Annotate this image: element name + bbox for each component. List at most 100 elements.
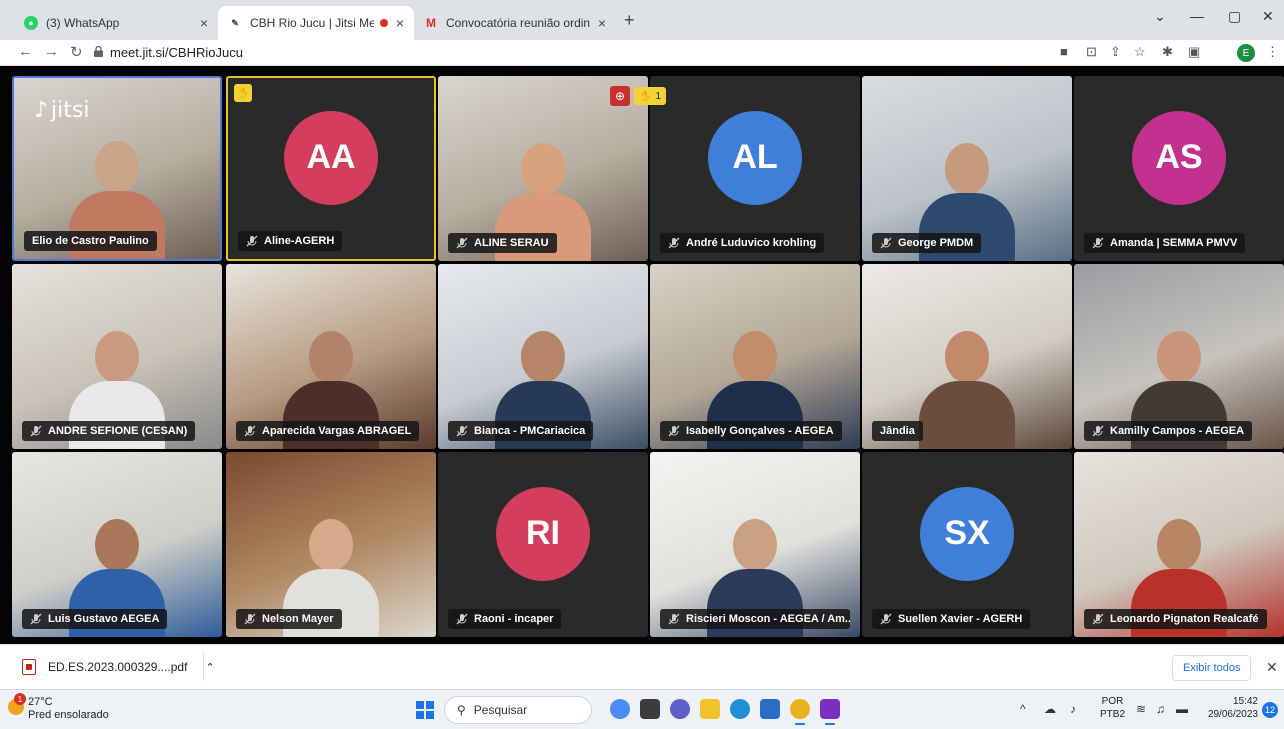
share-icon[interactable]: ⇪: [1110, 44, 1121, 60]
language-indicator[interactable]: POR PTB2: [1100, 695, 1125, 721]
participant-tile[interactable]: Bianca - PMCariacica: [438, 264, 648, 449]
mic-muted-icon: [244, 613, 256, 625]
participant-name: Jândia: [872, 421, 923, 441]
mic-muted-icon: [246, 235, 258, 247]
taskbar-search[interactable]: ⚲ Pesquisar: [444, 696, 592, 724]
minimize-button[interactable]: —: [1190, 8, 1204, 24]
participant-name: Suellen Xavier - AGERH: [872, 609, 1031, 629]
participant-tile[interactable]: SX Suellen Xavier - AGERH: [862, 452, 1072, 637]
participant-tile[interactable]: George PMDM: [862, 76, 1072, 261]
windows-start-icon[interactable]: [416, 701, 434, 719]
participant-tile[interactable]: Leonardo Pignaton Realcafé: [1074, 452, 1284, 637]
task-view-icon[interactable]: [640, 699, 660, 719]
participant-tile[interactable]: ♪ jitsi Elio de Castro Paulino: [12, 76, 222, 261]
pdf-file-icon: [22, 659, 36, 675]
wifi-icon[interactable]: ≋: [1136, 702, 1146, 716]
name-text: Raoni - incaper: [474, 613, 554, 625]
name-text: ALINE SERAU: [474, 237, 549, 249]
tab-whatsapp[interactable]: ● (3) WhatsApp ×: [14, 6, 218, 40]
divider: [203, 653, 204, 681]
name-text: Bianca - PMCariacica: [474, 425, 586, 437]
download-item[interactable]: ED.ES.2023.000329....pdf ⌃: [22, 659, 215, 675]
whatsapp-icon: ●: [24, 16, 38, 30]
raised-hand-icon: ✋: [234, 84, 253, 102]
participant-name: Nelson Mayer: [236, 609, 342, 629]
name-text: Leonardo Pignaton Realcafé: [1110, 613, 1259, 625]
edge-icon[interactable]: [730, 699, 750, 719]
search-placeholder: Pesquisar: [473, 703, 528, 717]
windows-taskbar: 1 27°C Pred ensolarado ⚲ Pesquisar ^ ☁ ♪…: [0, 689, 1284, 729]
close-icon[interactable]: ×: [598, 15, 606, 31]
jitsi-watermark[interactable]: ♪ jitsi: [34, 98, 89, 123]
lang-line-1: POR: [1101, 696, 1124, 707]
menu-icon[interactable]: ⋮: [1266, 44, 1279, 60]
install-icon[interactable]: ⊡: [1086, 44, 1097, 60]
participant-tile[interactable]: Aparecida Vargas ABRAGEL: [226, 264, 436, 449]
clock[interactable]: 15:42 29/06/2023: [1202, 695, 1258, 721]
participant-tile[interactable]: Kamilly Campos - AEGEA: [1074, 264, 1284, 449]
extensions-icon[interactable]: ✱: [1162, 44, 1173, 60]
participant-tile[interactable]: Luis Gustavo AEGEA: [12, 452, 222, 637]
app-icon[interactable]: [820, 699, 840, 725]
show-all-button[interactable]: Exibir todos: [1172, 655, 1252, 681]
url-field[interactable]: meet.jit.si/CBHRioJucu: [110, 45, 243, 60]
participant-tile[interactable]: AS Amanda | SEMMA PMVV: [1074, 76, 1284, 261]
chevron-up-icon[interactable]: ^: [1020, 702, 1026, 716]
tab-label: (3) WhatsApp: [46, 16, 120, 30]
reload-icon[interactable]: ↻: [70, 43, 83, 61]
chevron-up-icon[interactable]: ⌃: [205, 661, 214, 674]
close-icon[interactable]: ×: [200, 15, 208, 31]
tab-gmail[interactable]: M Convocatória reunião ordinária d ×: [414, 6, 616, 40]
microphone-icon[interactable]: ♪: [1070, 702, 1076, 716]
participant-tile[interactable]: Nelson Mayer: [226, 452, 436, 637]
participant-tile[interactable]: ✋ AA Aline-AGERH: [226, 76, 436, 261]
close-window-button[interactable]: ✕: [1262, 8, 1274, 25]
file-explorer-icon[interactable]: [700, 699, 720, 719]
side-panel-icon[interactable]: ▣: [1188, 44, 1200, 60]
profile-avatar[interactable]: E: [1237, 44, 1255, 62]
tab-jitsi[interactable]: ✎ CBH Rio Jucu | Jitsi Meet ×: [218, 6, 414, 40]
jitsi-logo-icon: ♪: [34, 98, 49, 123]
notification-badge[interactable]: 12: [1262, 702, 1278, 718]
back-icon[interactable]: ←: [18, 43, 33, 60]
raised-hands-counter[interactable]: ✋ 1: [634, 87, 667, 105]
name-text: André Luduvico krohling: [686, 237, 817, 249]
weather-badge: 1: [14, 693, 26, 705]
cloud-icon[interactable]: ☁: [1044, 702, 1056, 716]
forward-icon[interactable]: →: [44, 43, 59, 60]
name-text: Aline-AGERH: [264, 235, 335, 247]
maximize-button[interactable]: ▢: [1228, 8, 1241, 25]
browser-tab-strip: ● (3) WhatsApp × ✎ CBH Rio Jucu | Jitsi …: [0, 0, 1284, 40]
gmail-icon: M: [426, 16, 436, 30]
participant-name: Leonardo Pignaton Realcafé: [1084, 609, 1267, 629]
close-icon[interactable]: ×: [396, 15, 404, 31]
close-icon[interactable]: ✕: [1266, 659, 1278, 676]
globe-icon[interactable]: ⊕: [610, 86, 630, 106]
bookmark-star-icon[interactable]: ☆: [1134, 44, 1146, 60]
new-tab-button[interactable]: +: [624, 10, 635, 31]
participant-name: ANDRE SEFIONE (CESAN): [22, 421, 196, 441]
participant-tile[interactable]: AL André Luduvico krohling: [650, 76, 860, 261]
participant-tile[interactable]: ANDRE SEFIONE (CESAN): [12, 264, 222, 449]
participant-tile[interactable]: Riscieri Moscon - AEGEA / Am...: [650, 452, 860, 637]
volume-icon[interactable]: ♫: [1156, 702, 1165, 716]
bing-icon[interactable]: [610, 699, 630, 719]
participant-avatar: AA: [284, 110, 378, 205]
weather-widget[interactable]: 27°C Pred ensolarado: [28, 696, 109, 722]
chrome-icon[interactable]: [790, 699, 810, 725]
participant-tile[interactable]: Jândia: [862, 264, 1072, 449]
lock-icon[interactable]: [94, 46, 103, 57]
camera-icon[interactable]: ■: [1060, 44, 1068, 59]
participant-tile[interactable]: Isabelly Gonçalves - AEGEA: [650, 264, 860, 449]
participant-tile[interactable]: RI Raoni - incaper: [438, 452, 648, 637]
name-text: Isabelly Gonçalves - AEGEA: [686, 425, 834, 437]
teams-chat-icon[interactable]: [670, 699, 690, 719]
participant-name: Bianca - PMCariacica: [448, 421, 594, 441]
battery-icon[interactable]: ▬: [1176, 702, 1188, 716]
tab-label: CBH Rio Jucu | Jitsi Meet: [250, 16, 374, 30]
store-icon[interactable]: [760, 699, 780, 719]
tab-search-icon[interactable]: ⌄: [1154, 8, 1166, 25]
participant-name: Riscieri Moscon - AEGEA / Am...: [660, 609, 850, 629]
name-text: George PMDM: [898, 237, 974, 249]
participant-name: ALINE SERAU: [448, 233, 557, 253]
